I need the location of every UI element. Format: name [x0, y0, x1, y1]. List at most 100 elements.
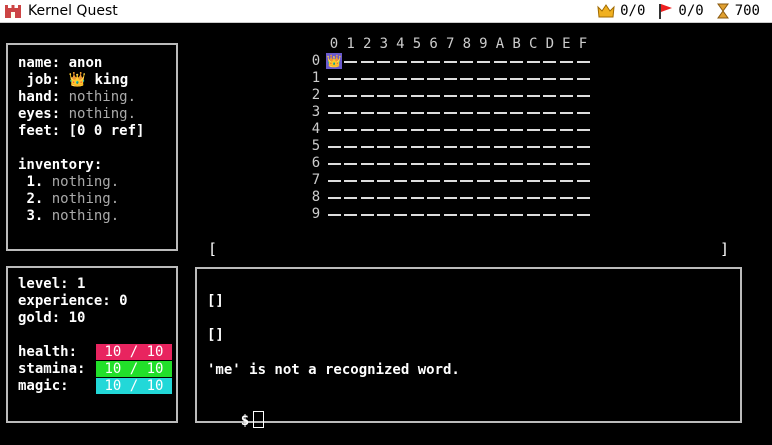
map-floor-tile	[476, 61, 490, 63]
map-floor-tile	[393, 214, 407, 216]
map-floor-tile	[443, 163, 457, 165]
map-floor-tile	[460, 180, 474, 182]
hand-value: nothing.	[68, 89, 137, 105]
map-floor-tile	[476, 146, 490, 148]
map-floor-tile	[559, 163, 573, 165]
job-label: job:	[26, 72, 61, 88]
crown-icon	[597, 4, 615, 18]
map-floor-tile	[393, 180, 407, 182]
map-floor-tile	[526, 214, 540, 216]
map-floor-tile	[443, 146, 457, 148]
map-floor-tile	[510, 112, 524, 114]
map-floor-tile	[344, 163, 358, 165]
map-column-label: 3	[379, 36, 389, 52]
map-floor-tile	[476, 180, 490, 182]
map-floor-tile	[476, 163, 490, 165]
map-floor-tile	[543, 180, 557, 182]
map-floor-tile	[526, 163, 540, 165]
experience-label: experience:	[18, 293, 111, 309]
inventory-item[interactable]: 3. nothing.	[18, 208, 144, 225]
map-floor-tile	[559, 61, 573, 63]
map-floor-tile	[327, 78, 341, 80]
flag-count: 0/0	[678, 3, 704, 19]
map-column-label: E	[562, 36, 571, 52]
map-floor-tile	[327, 129, 341, 131]
map-floor-tile	[360, 180, 374, 182]
feet-label: feet:	[18, 123, 61, 139]
map-floor-tile	[360, 95, 374, 97]
inventory-item[interactable]: 2. nothing.	[18, 191, 144, 208]
map-floor-tile	[460, 95, 474, 97]
castle-icon	[5, 5, 21, 18]
map-floor-tile	[559, 129, 573, 131]
map-floor-tile	[344, 112, 358, 114]
magic-bar: 10 / 10	[96, 378, 172, 394]
map-floor-tile	[327, 197, 341, 199]
map-floor-tile	[377, 61, 391, 63]
map-floor-tile	[460, 78, 474, 80]
map-floor-tile	[476, 112, 490, 114]
map-floor-tile	[460, 129, 474, 131]
map-floor-tile	[559, 146, 573, 148]
game-map[interactable]: 0 1 2 3 4 5 6 7 8 9 A B C D E F 0 👑 1 2 3 4 5 6 7 8 9	[308, 36, 608, 226]
map-floor-tile	[526, 112, 540, 114]
map-floor-tile	[543, 78, 557, 80]
map-floor-tile	[377, 214, 391, 216]
inventory-item[interactable]: 1. nothing.	[18, 174, 144, 191]
eyes-label: eyes:	[18, 106, 61, 122]
map-floor-tile	[493, 197, 507, 199]
map-floor-tile	[493, 61, 507, 63]
map-floor-tile	[377, 78, 391, 80]
stamina-label: stamina:	[18, 361, 86, 377]
map-floor-tile	[360, 61, 374, 63]
map-floor-tile	[526, 197, 540, 199]
map-floor-tile	[460, 112, 474, 114]
map-floor-tile	[493, 129, 507, 131]
map-floor-tile	[377, 112, 391, 114]
console-panel[interactable]: [] [] 'me' is not a recognized word. $	[195, 267, 742, 429]
map-floor-tile	[510, 129, 524, 131]
command-prompt[interactable]: $	[207, 395, 265, 445]
level-label: level:	[18, 276, 69, 292]
map-floor-tile	[493, 163, 507, 165]
map-floor-tile	[476, 214, 490, 216]
map-floor-tile	[344, 129, 358, 131]
map-floor-tile	[410, 78, 424, 80]
map-row-label: 6	[311, 155, 321, 171]
map-column-label: A	[495, 36, 505, 52]
map-floor-tile	[526, 78, 540, 80]
map-floor-tile	[427, 163, 441, 165]
map-floor-tile	[559, 197, 573, 199]
map-floor-tile	[410, 112, 424, 114]
map-floor-tile	[377, 197, 391, 199]
name-label: name:	[18, 55, 61, 71]
map-floor-tile	[493, 146, 507, 148]
map-floor-tile	[344, 180, 358, 182]
map-floor-tile	[526, 146, 540, 148]
map-floor-tile	[393, 146, 407, 148]
map-row-label: 8	[311, 189, 321, 205]
map-floor-tile	[559, 78, 573, 80]
console-line: []	[207, 293, 224, 309]
map-floor-tile	[393, 61, 407, 63]
map-row-label: 5	[311, 138, 321, 154]
title-bar: Kernel Quest 0/0 0/0 700	[0, 0, 772, 23]
map-floor-tile	[410, 180, 424, 182]
map-floor-tile	[510, 197, 524, 199]
map-floor-tile	[410, 129, 424, 131]
map-floor-tile	[393, 95, 407, 97]
map-floor-tile	[543, 129, 557, 131]
map-floor-tile	[360, 197, 374, 199]
text-cursor[interactable]	[253, 411, 265, 428]
window-title: Kernel Quest	[28, 3, 118, 19]
map-floor-tile	[443, 61, 457, 63]
map-floor-tile	[393, 163, 407, 165]
console-line: []	[207, 327, 224, 343]
map-floor-tile	[410, 163, 424, 165]
map-floor-tile	[327, 95, 341, 97]
map-floor-tile	[510, 214, 524, 216]
map-column-label: 7	[445, 36, 455, 52]
map-floor-tile	[543, 61, 557, 63]
map-floor-tile	[344, 78, 358, 80]
map-column-label: B	[512, 36, 521, 52]
